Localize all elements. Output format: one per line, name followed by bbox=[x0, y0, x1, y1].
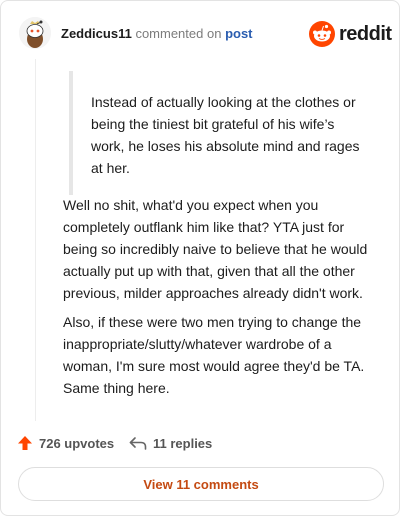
reply-arrow-icon bbox=[129, 437, 147, 450]
comment-actions: 726 upvotes 11 replies bbox=[17, 432, 387, 454]
upvote-count: 726 upvotes bbox=[39, 435, 115, 451]
byline: Zeddicus11 commented on post bbox=[61, 25, 253, 43]
upvote-button[interactable]: 726 upvotes bbox=[17, 432, 114, 454]
reddit-brand[interactable]: reddit bbox=[309, 21, 392, 47]
quote-block: Instead of actually looking at the cloth… bbox=[69, 71, 369, 195]
brand-name: reddit bbox=[339, 23, 392, 45]
thread-line bbox=[35, 59, 36, 421]
action-text: commented on bbox=[135, 26, 222, 41]
comment-card: Zeddicus11 commented on post reddit Inst… bbox=[0, 0, 400, 516]
comment-header: Zeddicus11 commented on post reddit bbox=[19, 17, 392, 51]
username[interactable]: Zeddicus11 bbox=[61, 26, 132, 41]
post-link[interactable]: post bbox=[225, 26, 252, 41]
reply-count: 11 replies bbox=[153, 435, 213, 451]
view-comments-button[interactable]: View 11 comments bbox=[18, 467, 384, 501]
avatar[interactable] bbox=[19, 17, 51, 49]
reddit-logo-icon bbox=[309, 21, 335, 47]
upvote-arrow-icon bbox=[18, 436, 32, 450]
comment-paragraph-1: Well no shit, what'd you expect when you… bbox=[63, 197, 368, 301]
comment-paragraph-2: Also, if these were two men trying to ch… bbox=[63, 314, 365, 396]
replies-button[interactable]: 11 replies bbox=[129, 432, 212, 454]
snoo-avatar-icon bbox=[19, 17, 51, 49]
